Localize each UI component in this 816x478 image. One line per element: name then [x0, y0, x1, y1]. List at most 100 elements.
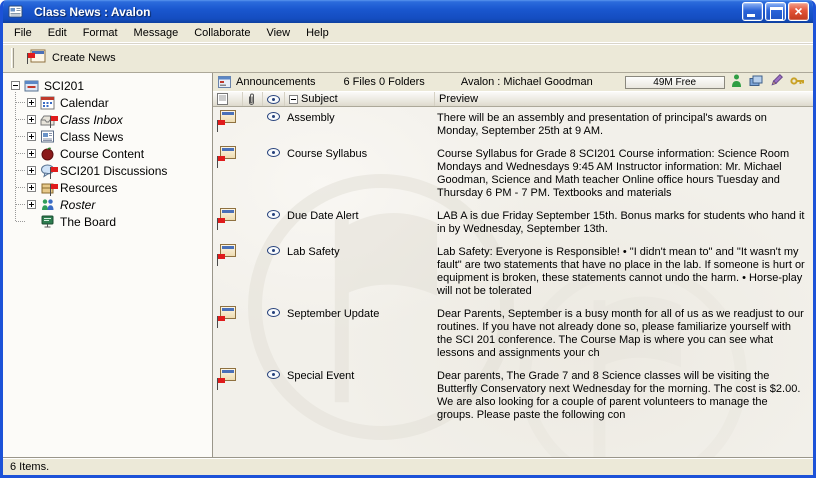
unread-flag-icon — [217, 218, 226, 230]
eye-icon[interactable] — [267, 112, 280, 121]
menu-message[interactable]: Message — [126, 24, 187, 42]
message-icon — [213, 145, 243, 169]
close-button[interactable] — [788, 2, 809, 21]
eye-icon[interactable] — [267, 210, 280, 219]
maximize-button[interactable] — [765, 2, 786, 21]
titlebar[interactable]: Class News : Avalon — [3, 0, 813, 23]
message-preview: There will be an assembly and presentati… — [435, 109, 813, 138]
app-window: Class News : Avalon File Edit Format Mes… — [0, 0, 816, 478]
folder-tree-panel: SCI201 Calendar Class Inbox — [3, 73, 213, 457]
item-count: 6 Items. — [10, 461, 49, 473]
tree-item-sci201-discussions[interactable]: SCI201 Discussions — [11, 162, 212, 179]
tree-item-label: Class News — [60, 130, 123, 144]
tree-item-label: Course Content — [60, 147, 144, 161]
menu-view[interactable]: View — [258, 24, 298, 42]
tree-item-label: Class Inbox — [60, 113, 123, 127]
toolbar-grip[interactable] — [11, 48, 14, 68]
eye-icon — [267, 95, 280, 104]
roster-icon — [40, 197, 56, 212]
subject-column-label: Subject — [301, 93, 338, 105]
create-news-label: Create News — [52, 52, 116, 64]
message-row[interactable]: Course Syllabus Course Syllabus for Grad… — [213, 143, 813, 205]
eye-icon[interactable] — [267, 148, 280, 157]
message-row[interactable]: Lab Safety Lab Safety: Everyone is Respo… — [213, 241, 813, 303]
minimize-button[interactable] — [742, 2, 763, 21]
info-bar: Announcements 6 Files 0 Folders Avalon :… — [213, 73, 813, 91]
tree-item-sci201[interactable]: SCI201 — [11, 77, 212, 94]
message-row[interactable]: Due Date Alert LAB A is due Friday Septe… — [213, 205, 813, 241]
expand-icon[interactable] — [27, 149, 36, 158]
message-subject[interactable]: Due Date Alert — [285, 207, 435, 222]
account-name: Avalon : Michael Goodman — [461, 76, 593, 88]
folder-name: Announcements — [236, 76, 316, 88]
expand-icon[interactable] — [27, 98, 36, 107]
tree-item-calendar[interactable]: Calendar — [11, 94, 212, 111]
expand-icon[interactable] — [27, 166, 36, 175]
message-preview: Lab Safety: Everyone is Responsible! • "… — [435, 243, 813, 298]
tree-item-label: Resources — [60, 181, 117, 195]
message-subject[interactable]: Lab Safety — [285, 243, 435, 258]
subject-column-header[interactable]: Subject — [285, 92, 435, 106]
preview-column-header[interactable]: Preview — [435, 92, 813, 106]
message-icon — [213, 367, 243, 391]
eye-icon[interactable] — [267, 308, 280, 317]
tree-item-label: The Board — [60, 215, 116, 229]
unread-flag-icon — [217, 156, 226, 168]
folders-icon[interactable] — [749, 75, 763, 90]
eye-icon[interactable] — [267, 246, 280, 255]
collapse-expander-icon[interactable] — [11, 81, 20, 90]
column-headers: Subject Preview — [213, 91, 813, 107]
message-type-column-header[interactable] — [213, 92, 243, 106]
message-icon — [213, 305, 243, 329]
info-bar-icons — [731, 74, 807, 90]
menu-collaborate[interactable]: Collaborate — [186, 24, 258, 42]
message-preview: Course Syllabus for Grade 8 SCI201 Cours… — [435, 145, 813, 200]
resources-icon — [40, 180, 56, 195]
tree-children: Calendar Class Inbox Class News — [11, 94, 212, 230]
menu-help[interactable]: Help — [298, 24, 337, 42]
tree-item-the-board[interactable]: The Board — [11, 213, 212, 230]
unread-flag-icon — [217, 254, 226, 266]
menu-file[interactable]: File — [6, 24, 40, 42]
message-row[interactable]: September Update Dear Parents, September… — [213, 303, 813, 365]
eye-icon[interactable] — [267, 370, 280, 379]
create-news-button[interactable]: Create News — [22, 47, 121, 70]
pencil-icon[interactable] — [770, 74, 783, 90]
person-icon[interactable] — [731, 74, 742, 90]
expand-icon[interactable] — [27, 132, 36, 141]
inbox-icon — [40, 112, 56, 127]
unread-flag-icon — [217, 120, 226, 132]
unread-flag-icon — [217, 378, 226, 390]
expand-icon[interactable] — [27, 200, 36, 209]
message-subject[interactable]: Special Event — [285, 367, 435, 382]
message-subject[interactable]: Course Syllabus — [285, 145, 435, 160]
message-row[interactable]: Assembly There will be an assembly and p… — [213, 107, 813, 143]
calendar-icon — [40, 95, 56, 110]
message-subject[interactable]: September Update — [285, 305, 435, 320]
key-icon[interactable] — [790, 75, 805, 90]
message-row[interactable]: Special Event Dear parents, The Grade 7 … — [213, 365, 813, 427]
tree-item-label: SCI201 — [44, 79, 84, 93]
collapse-all-icon[interactable] — [289, 95, 298, 104]
expand-icon[interactable] — [27, 115, 36, 124]
unread-flag-icon — [217, 316, 226, 328]
unread-flag-icon — [50, 184, 59, 196]
status-bar: 6 Items. — [3, 457, 813, 475]
tree-item-roster[interactable]: Roster — [11, 196, 212, 213]
message-preview: Dear parents, The Grade 7 and 8 Science … — [435, 367, 813, 422]
message-subject[interactable]: Assembly — [285, 109, 435, 124]
menu-edit[interactable]: Edit — [40, 24, 75, 42]
tree-item-resources[interactable]: Resources — [11, 179, 212, 196]
attachment-column-header[interactable] — [243, 92, 263, 106]
menu-format[interactable]: Format — [75, 24, 126, 42]
expand-icon[interactable] — [27, 183, 36, 192]
window-title: Class News : Avalon — [34, 5, 737, 19]
create-news-icon — [27, 49, 46, 68]
tree-item-course-content[interactable]: Course Content — [11, 145, 212, 162]
tree-item-class-news[interactable]: Class News — [11, 128, 212, 145]
monitor-column-header[interactable] — [263, 92, 285, 106]
app-icon — [8, 5, 24, 19]
paperclip-icon — [247, 93, 256, 106]
tree-item-class-inbox[interactable]: Class Inbox — [11, 111, 212, 128]
tree-item-label: Roster — [60, 198, 95, 212]
